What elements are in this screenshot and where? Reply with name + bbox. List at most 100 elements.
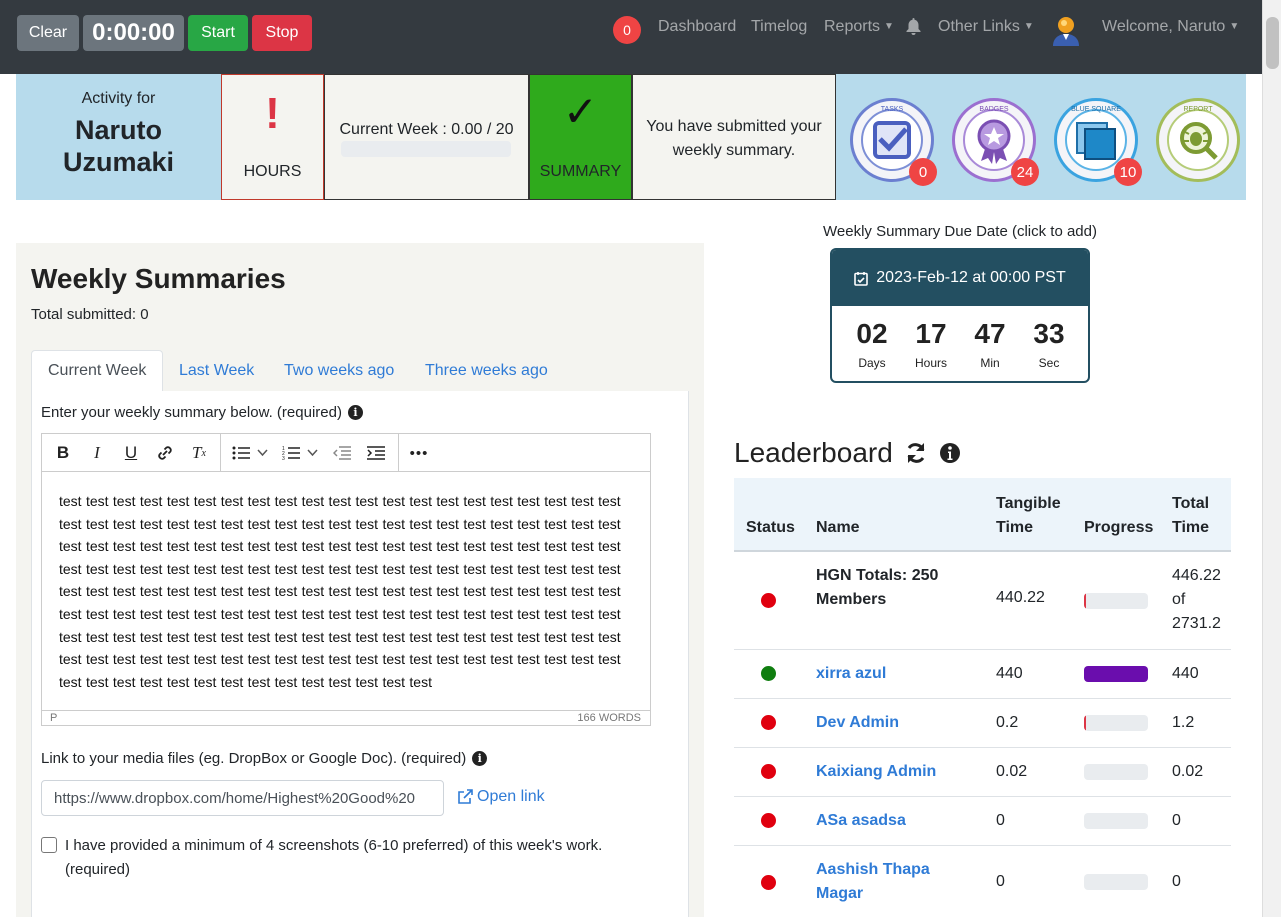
total-submitted-count: Total submitted: 0 <box>31 306 149 323</box>
column-total-time[interactable]: Total Time <box>1172 492 1209 540</box>
totals-total-time: 446.22 of 2731.2 <box>1172 564 1221 636</box>
nav-welcome-dropdown[interactable]: Welcome, Naruto ▼ <box>1102 18 1239 36</box>
column-name[interactable]: Name <box>816 516 860 540</box>
due-date-header: 2023-Feb-12 at 00:00 PST <box>832 250 1088 306</box>
clear-timer-button[interactable]: Clear <box>17 15 79 51</box>
progress-fill <box>1084 666 1148 682</box>
status-dot <box>761 666 776 681</box>
status-dot <box>761 715 776 730</box>
member-total-time: 0.02 <box>1172 763 1204 780</box>
bold-icon[interactable]: B <box>50 441 76 465</box>
nav-timelog-link[interactable]: Timelog <box>751 18 807 36</box>
nav-other-links-label: Other Links <box>938 18 1020 35</box>
leaderboard-row: Kaixiang Admin 0.02 0.02 <box>734 748 1231 797</box>
member-tangible-time: 0 <box>996 873 1005 890</box>
column-progress[interactable]: Progress <box>1084 516 1153 540</box>
countdown-minutes-unit: Min <box>980 356 1000 370</box>
info-icon[interactable]: i <box>472 751 488 766</box>
activity-for: Activity for Naruto Uzumaki <box>16 74 221 200</box>
progress-fill <box>1084 593 1086 609</box>
blue-square-record-caption: BLUE SQUARE <box>1071 106 1121 113</box>
status-dot <box>761 593 776 608</box>
member-name-link[interactable]: ASa asadsa <box>816 809 906 833</box>
member-name-link[interactable]: xirra azul <box>816 662 886 686</box>
italic-icon[interactable]: I <box>84 441 110 465</box>
current-week-box[interactable]: Current Week : 0.00 / 20 <box>324 74 529 200</box>
member-progress-bar <box>1084 715 1148 731</box>
bell-icon[interactable] <box>905 18 922 36</box>
tab-current-week[interactable]: Current Week <box>31 350 164 392</box>
media-link-input[interactable] <box>41 780 444 816</box>
weekly-summaries-panel: Weekly Summaries Total submitted: 0 Curr… <box>16 243 704 917</box>
member-name-link[interactable]: Kaixiang Admin <box>816 760 936 784</box>
svg-text:3: 3 <box>282 456 285 461</box>
summary-editor-content[interactable]: test test test test test test test test … <box>59 490 635 693</box>
nav-dashboard-link[interactable]: Dashboard <box>658 18 736 36</box>
totals-name: HGN Totals: 250 Members <box>816 567 939 608</box>
summary-week-tabs: Current Week Last Week Two weeks ago Thr… <box>31 350 689 392</box>
countdown-seconds-value: 33 <box>1033 318 1065 349</box>
screenshots-checkbox-label[interactable]: I have provided a minimum of 4 screensho… <box>65 834 605 882</box>
countdown-days: 02 Days <box>842 318 902 370</box>
info-icon[interactable] <box>939 442 961 464</box>
column-total-time-line2: Time <box>1172 519 1210 536</box>
due-date-countdown-card[interactable]: 2023-Feb-12 at 00:00 PST 02 Days 17 Hour… <box>830 248 1090 383</box>
report-app-bug-badge[interactable]: REPORT <box>1156 98 1240 182</box>
hours-box[interactable]: ! HOURS <box>221 74 324 200</box>
leaderboard-row: xirra azul 440 440 <box>734 650 1231 699</box>
scrollbar-thumb[interactable] <box>1266 17 1279 69</box>
tab-three-weeks-ago[interactable]: Three weeks ago <box>409 350 564 392</box>
link-icon[interactable] <box>152 441 178 465</box>
start-timer-button[interactable]: Start <box>188 15 248 51</box>
countdown-seconds-unit: Sec <box>1038 356 1060 370</box>
column-status[interactable]: Status <box>746 516 795 540</box>
refresh-icon[interactable] <box>905 442 927 464</box>
member-total-time: 440 <box>1172 665 1199 682</box>
tab-last-week[interactable]: Last Week <box>163 350 270 392</box>
stop-timer-button[interactable]: Stop <box>252 15 312 51</box>
more-options-icon[interactable]: ••• <box>406 441 432 465</box>
current-week-progress-bar <box>341 141 511 157</box>
bullet-list-icon[interactable] <box>228 441 254 465</box>
countdown-minutes-value: 47 <box>974 318 1006 349</box>
summary-label: SUMMARY <box>539 163 622 180</box>
due-date-value: 2023-Feb-12 at 00:00 PST <box>876 269 1066 286</box>
clear-formatting-icon[interactable]: Tx <box>186 441 212 465</box>
outdent-icon[interactable] <box>329 441 355 465</box>
nav-reports-dropdown[interactable]: Reports ▼ <box>824 18 894 36</box>
page-scrollbar[interactable] <box>1262 0 1281 917</box>
chevron-down-icon[interactable] <box>304 441 320 465</box>
member-name-link[interactable]: Aashish Thapa Magar <box>816 858 966 906</box>
due-date-label[interactable]: Weekly Summary Due Date (click to add) <box>734 223 1186 240</box>
underline-icon[interactable]: U <box>118 441 144 465</box>
nav-other-links-dropdown[interactable]: Other Links ▼ <box>938 18 1034 36</box>
user-first-name: Naruto <box>75 115 162 145</box>
info-icon[interactable]: i <box>347 405 363 420</box>
user-avatar-icon[interactable] <box>1051 14 1081 46</box>
editor-element-path[interactable]: P <box>50 712 57 724</box>
caret-down-icon: ▼ <box>1229 21 1240 32</box>
screenshots-checkbox[interactable] <box>41 837 57 853</box>
column-tangible-time[interactable]: Tangible Time <box>996 492 1061 540</box>
summary-box[interactable]: ✓ SUMMARY <box>529 74 632 200</box>
summary-rich-text-editor[interactable]: B I U Tx 123 ••• test test test test tes… <box>41 433 651 726</box>
countdown-days-unit: Days <box>858 356 886 370</box>
totals-total-max: 2731.2 <box>1172 615 1221 632</box>
leaderboard-title: Leaderboard <box>734 437 961 469</box>
activity-for-label: Activity for <box>81 90 156 107</box>
totals-total-of: of <box>1172 591 1186 608</box>
member-tangible-time: 0.02 <box>996 763 1028 780</box>
notification-count-badge[interactable]: 0 <box>613 16 641 44</box>
open-link-button[interactable]: Open link <box>457 788 545 806</box>
tab-two-weeks-ago[interactable]: Two weeks ago <box>268 350 410 392</box>
chevron-down-icon[interactable] <box>254 441 270 465</box>
column-tangible-time-line2: Time <box>996 519 1034 536</box>
member-name-link[interactable]: Dev Admin <box>816 711 899 735</box>
hours-label: HOURS <box>243 163 302 180</box>
indent-icon[interactable] <box>363 441 389 465</box>
member-tangible-time: 0 <box>996 812 1005 829</box>
numbered-list-icon[interactable]: 123 <box>278 441 304 465</box>
leaderboard-row: Aashish Thapa Magar 0 0 <box>734 846 1231 917</box>
summary-editor-label: Enter your weekly summary below. (requir… <box>41 404 363 421</box>
countdown-seconds: 33 Sec <box>1019 318 1079 370</box>
